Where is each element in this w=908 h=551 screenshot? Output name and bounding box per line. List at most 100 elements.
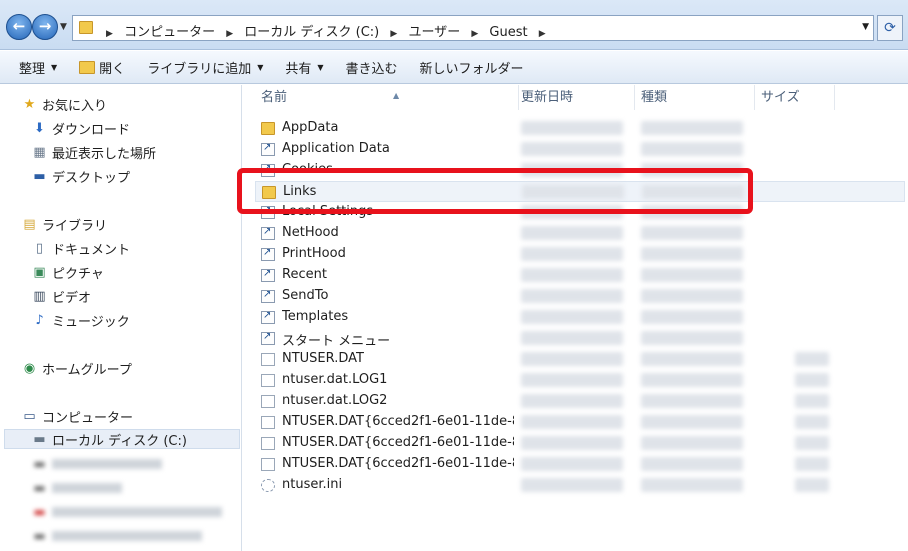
redacted-type bbox=[641, 268, 743, 282]
folder-icon bbox=[261, 122, 275, 135]
file-name: Links bbox=[283, 184, 317, 199]
file-icon bbox=[261, 437, 275, 450]
breadcrumb-users[interactable]: ユーザー bbox=[408, 21, 460, 40]
nav-homegroup[interactable]: ◉ ホームグループ bbox=[22, 358, 132, 378]
refresh-button[interactable]: ⟳ bbox=[877, 15, 903, 41]
redacted-type bbox=[641, 478, 743, 492]
chevron-down-icon: ▼ bbox=[257, 62, 264, 72]
nav-local-disk[interactable]: ▬ ローカル ディスク (C:) bbox=[4, 429, 240, 449]
column-header-size[interactable]: サイズ bbox=[755, 85, 835, 110]
nav-music[interactable]: ♪ ミュージック bbox=[32, 310, 129, 330]
recent-pages-chevron-down-icon[interactable]: ▼ bbox=[60, 22, 67, 32]
nav-hidden-drive[interactable]: ▬ bbox=[32, 478, 122, 498]
file-name: AppData bbox=[282, 120, 339, 135]
redacted-label bbox=[52, 531, 202, 541]
file-row[interactable]: ntuser.ini bbox=[255, 475, 905, 496]
nav-documents[interactable]: ▯ ドキュメント bbox=[32, 238, 130, 258]
file-row[interactable]: NTUSER.DAT{6cced2f1-6e01-11de-8... bbox=[255, 412, 905, 433]
nav-videos[interactable]: ▥ ビデオ bbox=[32, 286, 91, 306]
nav-favorites[interactable]: ★ お気に入り bbox=[22, 94, 107, 114]
file-row[interactable]: SendTo bbox=[255, 286, 905, 307]
desktop-icon: ▬ bbox=[33, 168, 46, 184]
redacted-type bbox=[641, 394, 743, 408]
add-to-library-button[interactable]: ライブラリに追加 ▼ bbox=[136, 54, 274, 81]
file-row[interactable]: NTUSER.DAT{6cced2f1-6e01-11de-8... bbox=[255, 454, 905, 475]
column-date-label: 更新日時 bbox=[521, 90, 574, 105]
breadcrumb-local-disk[interactable]: ローカル ディスク (C:) bbox=[244, 21, 379, 40]
file-row[interactable]: ntuser.dat.LOG2 bbox=[255, 391, 905, 412]
nav-pictures[interactable]: ▣ ピクチャ bbox=[32, 262, 104, 282]
file-row[interactable]: NetHood bbox=[255, 223, 905, 244]
file-row[interactable]: Templates bbox=[255, 307, 905, 328]
file-row[interactable]: スタート メニュー bbox=[255, 328, 905, 349]
chevron-right-icon[interactable]: ▶ bbox=[106, 29, 113, 39]
column-type-label: 種類 bbox=[641, 90, 668, 105]
document-icon: ▯ bbox=[35, 240, 44, 256]
file-name: SendTo bbox=[282, 288, 329, 303]
shortcut-icon bbox=[261, 310, 275, 324]
nav-hidden-drive[interactable]: ▬ bbox=[32, 454, 162, 474]
open-button[interactable]: 開く bbox=[68, 54, 136, 81]
burn-button[interactable]: 書き込む bbox=[335, 54, 409, 81]
chevron-right-icon[interactable]: ▶ bbox=[226, 29, 233, 39]
file-row[interactable]: ntuser.dat.LOG1 bbox=[255, 370, 905, 391]
file-icon bbox=[261, 374, 275, 387]
file-name: ntuser.ini bbox=[282, 477, 343, 492]
star-icon: ★ bbox=[23, 96, 36, 112]
redacted-size bbox=[795, 352, 829, 366]
drive-icon: ▬ bbox=[33, 528, 46, 544]
nav-hidden-drive[interactable]: ▬ bbox=[32, 502, 222, 522]
column-header-type[interactable]: 種類 bbox=[635, 85, 755, 110]
library-icon: ▤ bbox=[23, 216, 36, 232]
redacted-type bbox=[641, 373, 743, 387]
organize-button[interactable]: 整理 ▼ bbox=[8, 54, 68, 81]
nav-downloads[interactable]: ⬇ ダウンロード bbox=[32, 118, 130, 138]
nav-recent-places[interactable]: ▦ 最近表示した場所 bbox=[32, 142, 156, 162]
file-row[interactable]: PrintHood bbox=[255, 244, 905, 265]
redacted-date bbox=[521, 142, 623, 156]
chevron-down-icon: ▼ bbox=[51, 62, 58, 72]
nav-hidden-drive[interactable]: ▬ bbox=[32, 526, 202, 546]
breadcrumb-computer[interactable]: コンピューター bbox=[124, 21, 215, 40]
redacted-type bbox=[641, 457, 743, 471]
address-history-chevron-down-icon[interactable]: ▼ bbox=[862, 22, 869, 32]
redacted-type bbox=[641, 121, 743, 135]
drive-icon: ▬ bbox=[33, 456, 46, 472]
back-button[interactable]: ← bbox=[6, 14, 32, 40]
file-row[interactable]: Recent bbox=[255, 265, 905, 286]
file-name: Application Data bbox=[282, 141, 390, 156]
nav-computer[interactable]: ▭ コンピューター bbox=[22, 406, 133, 426]
sort-ascending-icon: ▲ bbox=[393, 91, 400, 100]
column-header-date[interactable]: 更新日時 bbox=[515, 85, 635, 110]
nav-downloads-label: ダウンロード bbox=[52, 122, 131, 138]
file-row[interactable]: Application Data bbox=[255, 139, 905, 160]
column-header-name[interactable]: 名前 ▲ bbox=[255, 85, 519, 110]
nav-libraries[interactable]: ▤ ライブラリ bbox=[22, 214, 107, 234]
shortcut-icon bbox=[261, 289, 275, 303]
file-row[interactable]: NTUSER.DAT bbox=[255, 349, 905, 370]
file-row[interactable]: AppData bbox=[255, 118, 905, 139]
redacted-type bbox=[641, 436, 743, 450]
drive-icon: ▬ bbox=[33, 504, 46, 520]
nav-desktop[interactable]: ▬ デスクトップ bbox=[32, 166, 130, 186]
file-row[interactable]: Links bbox=[255, 181, 905, 202]
breadcrumb-guest[interactable]: Guest bbox=[489, 25, 527, 40]
chevron-right-icon[interactable]: ▶ bbox=[539, 29, 546, 39]
new-folder-button[interactable]: 新しいフォルダー bbox=[409, 54, 535, 81]
recent-places-icon: ▦ bbox=[33, 144, 46, 160]
file-row[interactable]: Local Settings bbox=[255, 202, 905, 223]
redacted-date bbox=[521, 247, 623, 261]
redacted-date bbox=[521, 457, 623, 471]
redacted-type bbox=[641, 226, 743, 240]
forward-button[interactable]: → bbox=[32, 14, 58, 40]
chevron-right-icon[interactable]: ▶ bbox=[390, 29, 397, 39]
share-button[interactable]: 共有 ▼ bbox=[274, 54, 334, 81]
file-row[interactable]: Cookies bbox=[255, 160, 905, 181]
redacted-date bbox=[521, 436, 623, 450]
redacted-date bbox=[521, 121, 623, 135]
chevron-right-icon[interactable]: ▶ bbox=[471, 29, 478, 39]
redacted-type bbox=[642, 185, 744, 199]
file-row[interactable]: NTUSER.DAT{6cced2f1-6e01-11de-8... bbox=[255, 433, 905, 454]
picture-icon: ▣ bbox=[33, 264, 46, 280]
address-input[interactable]: ▶ コンピューター ▶ ローカル ディスク (C:) ▶ ユーザー ▶ Gues… bbox=[72, 15, 874, 41]
